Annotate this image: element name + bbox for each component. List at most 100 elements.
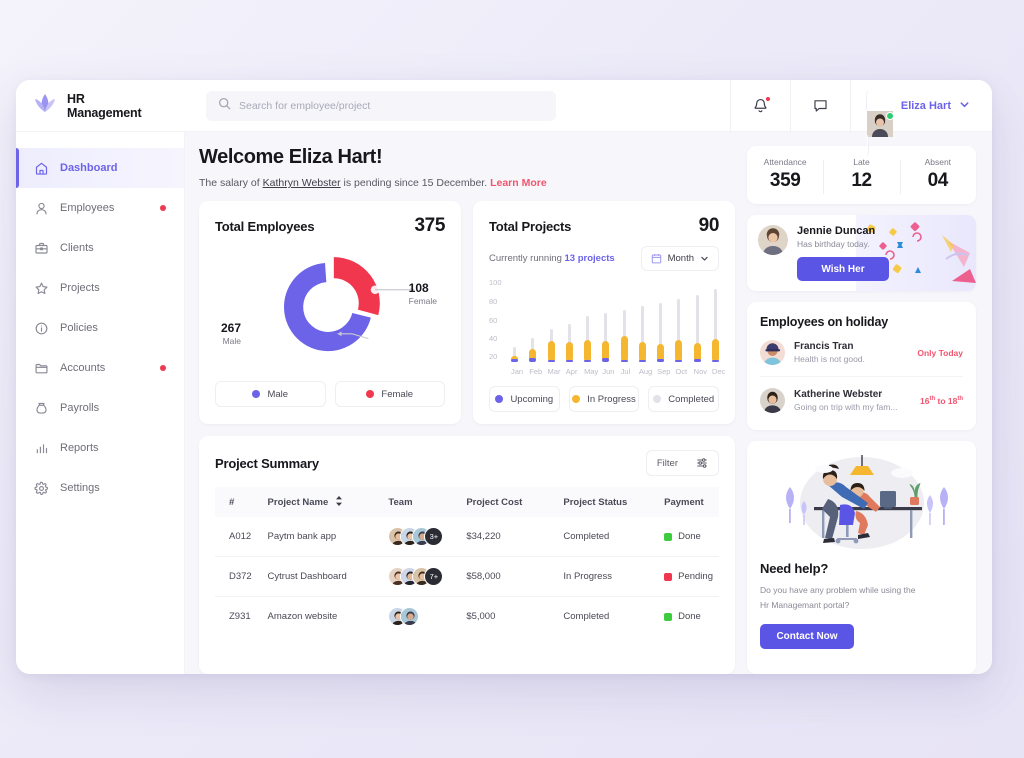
sidebar-item-projects[interactable]: Projects: [16, 268, 184, 308]
holiday-row[interactable]: Katherine Webster Going on trip with my …: [760, 377, 963, 424]
period-selector[interactable]: Month: [640, 246, 719, 271]
y-tick-80: 80: [489, 297, 498, 306]
total-employees-card: Total Employees 375 108 Female 267 Male …: [199, 201, 461, 424]
team-more-count[interactable]: 7+: [424, 567, 444, 586]
x-axis-label: Feb: [529, 367, 543, 376]
legend-completed[interactable]: Completed: [648, 386, 720, 412]
payment-status-dot: [664, 572, 673, 581]
cell-payment: Pending: [658, 556, 719, 597]
pending-employee-link[interactable]: Kathryn Webster: [263, 177, 341, 189]
table-row[interactable]: A012 Paytm bank app 3+ $34,220 Completed Done: [215, 517, 719, 557]
y-tick-20: 20: [489, 352, 498, 361]
sidebar-item-label: Employees: [60, 202, 115, 214]
total-projects-value: 90: [698, 215, 720, 236]
user-menu[interactable]: Eliza Hart: [849, 80, 978, 155]
search-icon: [218, 97, 231, 115]
col-header-project-name[interactable]: Project Name: [262, 487, 383, 517]
sidebar-badge-employees: [160, 205, 166, 211]
chat-bubble-icon: [814, 100, 827, 112]
messages-button[interactable]: [789, 80, 850, 132]
sidebar-badge-accounts: [160, 365, 166, 371]
legend-male[interactable]: Male: [215, 381, 326, 407]
stat-value: 04: [927, 170, 949, 191]
table-row[interactable]: D372 Cytrust Dashboard 7+ $58,000 In Progres…: [215, 556, 719, 597]
x-axis-labels: Jan Feb Mar Apr May Jun Jul Aug Sep Oct Nov Dec: [511, 367, 725, 376]
search-input[interactable]: [239, 99, 544, 112]
stat-caption: Late: [853, 157, 870, 167]
sidebar-item-label: Reports: [60, 442, 99, 454]
user-name-label: Eliza Hart: [900, 99, 951, 112]
sidebar-item-settings[interactable]: Settings: [16, 468, 184, 508]
table-row[interactable]: Z931 Amazon website $5,000 Completed Done: [215, 597, 719, 637]
team-avatars: 7+: [388, 567, 454, 586]
notifications-button[interactable]: [729, 80, 790, 132]
brand-line-2: Management: [67, 105, 142, 120]
x-axis-label: Jun: [602, 367, 615, 376]
charts-row: Total Employees 375 108 Female 267 Male …: [199, 201, 735, 424]
team-avatars: [388, 607, 454, 626]
sidebar-item-label: Policies: [60, 322, 98, 334]
app-window: HR Management Search for employee/projec…: [16, 80, 992, 674]
cell-payment: Done: [658, 517, 719, 557]
contact-now-button[interactable]: Contact Now: [760, 624, 854, 649]
wish-her-button[interactable]: Wish Her: [797, 257, 889, 281]
attendance-stats-card: Attendance 359 Late 12 Absent 04: [747, 146, 976, 204]
sidebar-item-employees[interactable]: Employees: [16, 188, 184, 228]
sidebar-item-label: Projects: [60, 282, 100, 294]
help-text-line1: Do you have any problem while using the: [760, 585, 916, 595]
team-more-count[interactable]: 3+: [424, 527, 444, 546]
sidebar: Dashboard Employees Clients Projects Pol…: [16, 132, 185, 674]
sidebar-item-payrolls[interactable]: Payrolls: [16, 388, 184, 428]
employees-donut-chart: 108 Female 267 Male: [215, 243, 445, 371]
payment-status-label: Pending: [678, 571, 713, 582]
search-box[interactable]: [206, 90, 556, 121]
stat-caption: Absent: [924, 157, 952, 167]
birthday-name: Jennie Duncan: [797, 225, 876, 237]
sidebar-item-clients[interactable]: Clients: [16, 228, 184, 268]
gear-icon: [34, 481, 49, 495]
top-bar-actions: Eliza Hart: [729, 80, 978, 155]
help-text-line2: Hr Managemant portal?: [760, 600, 850, 610]
cell-project-status: In Progress: [557, 556, 659, 597]
total-employees-value: 375: [414, 215, 445, 236]
legend-upcoming[interactable]: Upcoming: [489, 386, 560, 412]
holiday-name: Francis Tran: [794, 341, 854, 352]
top-bar-right: Eliza Hart: [185, 80, 992, 155]
learn-more-link[interactable]: Learn More: [490, 177, 547, 189]
bar-column: [638, 278, 646, 362]
sidebar-item-dashboard[interactable]: Dashboard: [16, 148, 184, 188]
stat-attendance: Attendance 359: [747, 157, 823, 192]
bars-container: [511, 278, 719, 362]
stat-value: 12: [851, 170, 872, 191]
employees-on-holiday-card: Employees on holiday Francis Tran Health…: [747, 302, 976, 430]
legend-dot-icon: [366, 390, 375, 398]
bar-column: [529, 278, 537, 362]
bar-segment-upcoming: [529, 357, 537, 362]
legend-female[interactable]: Female: [334, 381, 445, 407]
cell-project-id: Z931: [229, 611, 251, 622]
brand[interactable]: HR Management: [16, 80, 185, 132]
running-count: 13 projects: [564, 253, 615, 264]
y-tick-100: 100: [489, 278, 502, 287]
sidebar-item-accounts[interactable]: Accounts: [16, 348, 184, 388]
sidebar-item-reports[interactable]: Reports: [16, 428, 184, 468]
cell-project-cost: $58,000: [460, 556, 558, 597]
chevron-down-icon[interactable]: [959, 97, 970, 115]
cell-payment: Done: [658, 597, 719, 637]
stat-absent: Absent 04: [899, 157, 976, 194]
x-axis-label: Apr: [565, 367, 578, 376]
legend-label: In Progress: [587, 393, 636, 405]
sidebar-item-label: Clients: [60, 242, 94, 254]
table-header: # Project Name Team Project Cost Project: [215, 487, 719, 517]
birthday-content: Jennie Duncan Has birthday today. Wish H…: [758, 225, 965, 281]
holiday-row[interactable]: Francis Tran Health is not good. Only To…: [760, 329, 963, 377]
cell-project-name: Paytm bank app: [261, 517, 383, 557]
filter-button[interactable]: Filter: [645, 450, 719, 476]
female-caption: Female: [408, 296, 437, 306]
payment-status: Done: [664, 531, 713, 542]
bar-segment-upcoming: [565, 359, 573, 362]
sidebar-item-policies[interactable]: Policies: [16, 308, 184, 348]
legend-in-progress[interactable]: In Progress: [568, 386, 640, 412]
sliders-icon: [697, 458, 707, 468]
bar-column: [565, 278, 573, 362]
